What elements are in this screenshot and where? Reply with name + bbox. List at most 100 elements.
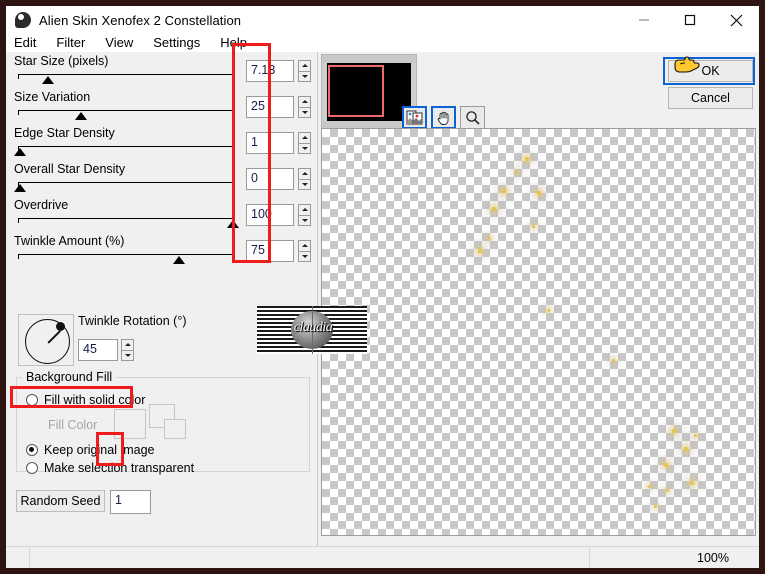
slider-spinner[interactable] (298, 168, 311, 190)
slider-value-input[interactable]: 100 (246, 204, 294, 226)
slider-spinner[interactable] (298, 132, 311, 154)
radio-icon[interactable] (26, 462, 38, 474)
star-sparkle (694, 434, 697, 437)
star-sparkle (492, 207, 496, 211)
radio-keep-original-image[interactable]: Keep original image (26, 443, 155, 457)
menu-item-view[interactable]: View (95, 35, 143, 50)
spin-up-icon[interactable] (298, 60, 311, 71)
slider-value: 25 (251, 99, 265, 113)
star-sparkle (532, 225, 535, 228)
slider-value-input[interactable]: 0 (246, 168, 294, 190)
radio-label: Fill with solid color (44, 393, 146, 407)
twinkle-rotation-spinner[interactable] (121, 339, 134, 361)
slider-row: Size Variation 25 (6, 90, 318, 126)
slider-track[interactable] (18, 74, 235, 84)
star-sparkle (672, 429, 676, 433)
slider-row: Star Size (pixels) 7.13 (6, 54, 318, 90)
slider-thumb[interactable] (226, 220, 239, 228)
rotation-dial[interactable] (25, 319, 70, 364)
star-sparkle (488, 237, 491, 240)
star-sparkle (664, 463, 668, 467)
slider-value-input[interactable]: 7.13 (246, 60, 294, 82)
slider-spinner[interactable] (298, 204, 311, 226)
preview-panel: OK Cancel (318, 52, 759, 546)
menu-item-filter[interactable]: Filter (46, 35, 95, 50)
star-sparkle (684, 447, 688, 451)
watermark-logo: claudia (257, 306, 367, 354)
spin-up-icon[interactable] (298, 132, 311, 143)
slider-thumb[interactable] (42, 76, 55, 84)
fill-color-label: Fill Color (48, 418, 98, 432)
maximize-button[interactable] (667, 6, 713, 34)
preview-compare-tool[interactable] (402, 106, 427, 129)
spin-down-icon[interactable] (121, 349, 134, 361)
radio-icon[interactable] (26, 444, 38, 456)
zoom-magnifier-tool[interactable] (460, 106, 485, 129)
spin-down-icon[interactable] (298, 70, 311, 82)
slider-value-input[interactable]: 75 (246, 240, 294, 262)
pointing-hand-cursor (672, 52, 706, 76)
fill-color-swatch[interactable] (114, 409, 146, 439)
slider-spinner[interactable] (298, 96, 311, 118)
star-sparkle (654, 505, 657, 508)
spin-down-icon[interactable] (298, 214, 311, 226)
slider-thumb[interactable] (14, 184, 27, 192)
slider-track[interactable] (18, 254, 235, 264)
slider-value: 1 (251, 135, 258, 149)
pan-hand-tool[interactable] (431, 106, 456, 129)
slider-label: Star Size (pixels) (14, 54, 109, 68)
spin-up-icon[interactable] (298, 168, 311, 179)
slider-spinner[interactable] (298, 60, 311, 82)
fill-color-swap-front[interactable] (164, 419, 186, 439)
menu-item-settings[interactable]: Settings (143, 35, 210, 50)
slider-track[interactable] (14, 146, 235, 156)
preview-canvas[interactable] (321, 128, 756, 536)
slider-thumb[interactable] (74, 112, 87, 120)
title-bar: Alien Skin Xenofex 2 Constellation (6, 6, 759, 34)
dialog-body: Star Size (pixels) 7.13 Size Variation 25 Ed… (6, 52, 759, 546)
twinkle-rotation-label: Twinkle Rotation (°) (78, 314, 187, 328)
menu-item-help[interactable]: Help (210, 35, 257, 50)
parameters-panel: Star Size (pixels) 7.13 Size Variation 25 Ed… (6, 52, 318, 546)
spin-down-icon[interactable] (298, 142, 311, 154)
spin-up-icon[interactable] (121, 339, 134, 350)
radio-make-selection-transparent[interactable]: Make selection transparent (26, 461, 194, 475)
random-seed-button[interactable]: Random Seed (16, 490, 105, 512)
rotation-dial-knob[interactable] (56, 322, 65, 331)
spin-down-icon[interactable] (298, 106, 311, 118)
slider-value-input[interactable]: 1 (246, 132, 294, 154)
radio-fill-with-solid-color[interactable]: Fill with solid color (26, 393, 145, 407)
slider-label: Overall Star Density (14, 162, 126, 176)
slider-thumb[interactable] (172, 256, 185, 264)
radio-label: Keep original image (44, 443, 155, 457)
twinkle-rotation-input[interactable]: 45 (78, 339, 118, 361)
twinkle-rotation-value: 45 (83, 342, 97, 356)
app-window-screenshot: Alien Skin Xenofex 2 Constellation Edit … (0, 0, 765, 574)
slider-track[interactable] (18, 218, 239, 228)
random-seed-input[interactable]: 1 (110, 490, 151, 514)
cancel-button[interactable]: Cancel (668, 87, 753, 109)
navigator-selection-rect[interactable] (328, 65, 384, 117)
slider-spinner[interactable] (298, 240, 311, 262)
window-title: Alien Skin Xenofex 2 Constellation (39, 12, 242, 28)
menu-item-edit[interactable]: Edit (6, 35, 46, 50)
spin-down-icon[interactable] (298, 250, 311, 262)
star-sparkle (547, 309, 550, 312)
app-icon (14, 11, 32, 29)
slider-track[interactable] (18, 110, 235, 120)
window-controls (621, 6, 759, 34)
minimize-button[interactable] (621, 6, 667, 34)
slider-value-input[interactable]: 25 (246, 96, 294, 118)
radio-icon[interactable] (26, 394, 38, 406)
spin-up-icon[interactable] (298, 96, 311, 107)
slider-row: Overall Star Density 0 (6, 162, 318, 198)
slider-track[interactable] (14, 182, 235, 192)
menu-bar: Edit Filter View Settings Help (6, 32, 759, 52)
spin-up-icon[interactable] (298, 240, 311, 251)
slider-thumb[interactable] (14, 148, 27, 156)
spin-down-icon[interactable] (298, 178, 311, 190)
spin-up-icon[interactable] (298, 204, 311, 215)
star-sparkle (525, 157, 529, 161)
close-button[interactable] (713, 6, 759, 34)
twinkle-rotation-dial-box[interactable] (18, 314, 74, 366)
